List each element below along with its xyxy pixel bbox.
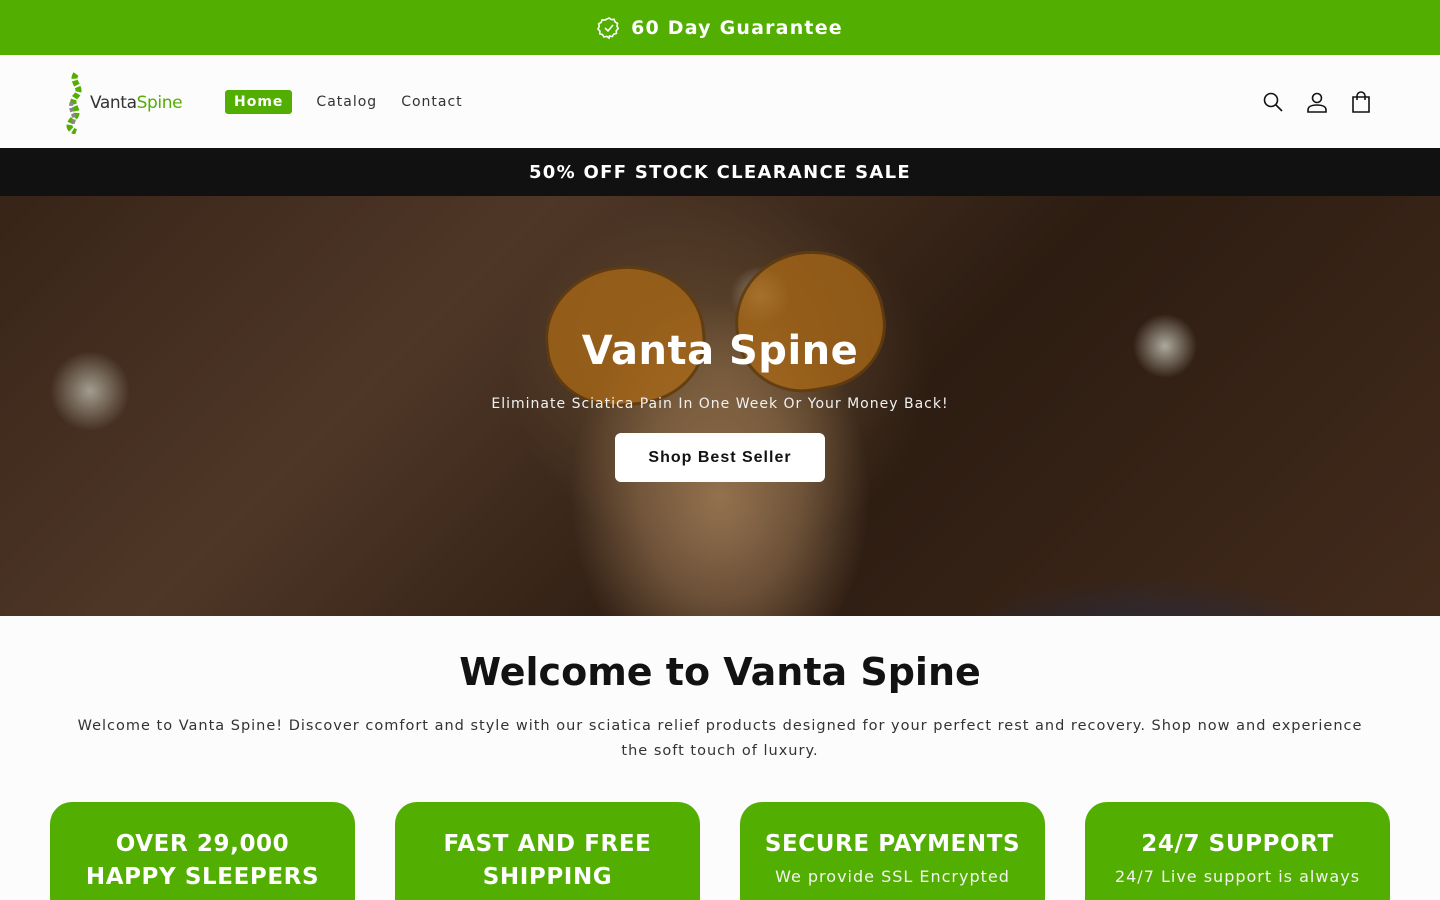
feature-card-support: 24/7 SUPPORT 24/7 Live support is always [1085,802,1390,900]
hero-subtitle: Eliminate Sciatica Pain In One Week Or Y… [491,396,949,412]
cart-icon[interactable] [1350,91,1372,113]
sale-text: 50% OFF STOCK CLEARANCE SALE [528,161,912,183]
guarantee-text: 60 Day Guarantee [631,16,843,39]
welcome-title: Welcome to Vanta Spine [459,650,981,694]
verified-badge-icon [597,16,621,40]
search-icon[interactable] [1262,91,1284,113]
logo-spine: Spine [136,93,183,113]
main-nav: Home Catalog Contact [225,90,487,114]
welcome-text: Welcome to Vanta Spine! Discover comfort… [77,718,1363,759]
nav-contact[interactable]: Contact [401,94,462,110]
feature-title: 24/7 SUPPORT [1141,831,1334,857]
nav-catalog[interactable]: Catalog [316,94,377,110]
hero-title: Vanta Spine [581,328,859,374]
feature-text: We provide SSL Encrypted [775,867,1010,886]
hero-banner: Vanta Spine Eliminate Sciatica Pain In O… [0,196,1440,616]
feature-title: OVER 29,000 HAPPY SLEEPERS [85,831,320,890]
logo-wordmark: VantaSpine [90,93,183,113]
feature-card-free-shipping: FAST AND FREE SHIPPING [395,802,700,900]
site-logo[interactable]: VantaSpine [62,71,194,135]
feature-cards: OVER 29,000 HAPPY SLEEPERS FAST AND FREE… [50,802,1390,900]
feature-card-secure-payments: SECURE PAYMENTS We provide SSL Encrypted [740,802,1045,900]
site-header: VantaSpine Home Catalog Contact [0,55,1440,148]
logo-vanta: Vanta [90,93,137,113]
nav-home[interactable]: Home [225,90,293,114]
header-icons [1262,91,1372,113]
spine-logo-icon [66,72,82,134]
feature-title: FAST AND FREE SHIPPING [443,831,652,890]
announcement-bar: 60 Day Guarantee [0,0,1440,55]
shop-best-seller-button[interactable]: Shop Best Seller [615,433,825,482]
feature-card-happy-sleepers: OVER 29,000 HAPPY SLEEPERS [50,802,355,900]
account-icon[interactable] [1306,91,1328,113]
sale-banner: 50% OFF STOCK CLEARANCE SALE [0,148,1440,196]
feature-text: 24/7 Live support is always [1114,867,1361,886]
feature-title: SECURE PAYMENTS [764,831,1021,857]
